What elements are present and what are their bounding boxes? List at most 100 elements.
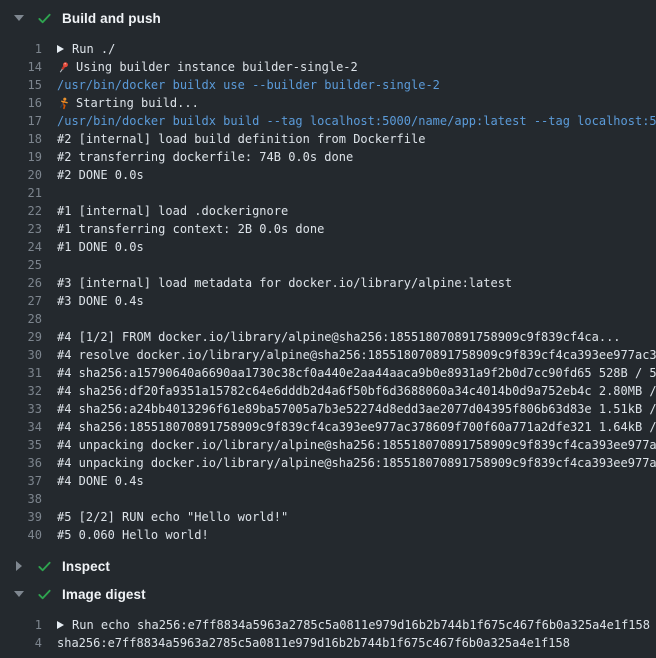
line-number[interactable]: 37 [0,472,42,490]
line-content: #3 DONE 0.4s [57,292,656,310]
line-text: #2 [internal] load build definition from… [57,130,425,148]
line-number[interactable]: 34 [0,418,42,436]
line-content [57,184,656,202]
log-line: 14Using builder instance builder-single-… [0,58,656,76]
section-title: Build and push [62,11,161,26]
check-icon [37,587,52,602]
line-number[interactable]: 15 [0,76,42,94]
log-line: 31 #4 sha256:a15790640a6690aa1730c38cf0a4… [0,364,656,382]
line-content: Run ./ [57,40,656,58]
caret-down-icon[interactable] [13,591,24,597]
log-line: 40 #5 0.060 Hello world! [0,526,656,544]
log-line: 15/usr/bin/docker buildx use --builder b… [0,76,656,94]
log-line: 36 #4 unpacking docker.io/library/alpine@… [0,454,656,472]
section-header-inspect[interactable]: Inspect [0,552,656,580]
log-line: 1 Run echo sha256:e7ff8834a5963a2785c5a08… [0,616,656,634]
log-line: 17/usr/bin/docker buildx build --tag loc… [0,112,656,130]
log-line: 26 #3 [internal] load metadata for docker… [0,274,656,292]
line-number[interactable]: 23 [0,220,42,238]
line-content: #4 unpacking docker.io/library/alpine@sh… [57,454,656,472]
line-number[interactable]: 35 [0,436,42,454]
line-text: #3 DONE 0.4s [57,292,144,310]
log-line: 33 #4 sha256:a24bb4013296f61e89ba57005a7b… [0,400,656,418]
line-number[interactable]: 1 [0,40,42,58]
log-line: 27 #3 DONE 0.4s [0,292,656,310]
pin-icon [57,61,70,74]
line-content: #1 [internal] load .dockerignore [57,202,656,220]
line-number[interactable]: 4 [0,634,42,652]
line-content [57,310,656,328]
play-icon[interactable] [57,45,64,53]
line-content: #4 unpacking docker.io/library/alpine@sh… [57,436,656,454]
log-line: 37 #4 DONE 0.4s [0,472,656,490]
line-number[interactable]: 25 [0,256,42,274]
line-text: Run echo sha256:e7ff8834a5963a2785c5a081… [72,616,650,634]
line-number[interactable]: 22 [0,202,42,220]
line-number[interactable]: 28 [0,310,42,328]
line-text: #4 sha256:185518070891758909c9f839cf4ca3… [57,418,656,436]
section-header-build-and-push[interactable]: Build and push [0,4,656,32]
line-text: #4 sha256:a24bb4013296f61e89ba57005a7b3e… [57,400,656,418]
line-number[interactable]: 19 [0,148,42,166]
caret-down-icon[interactable] [13,15,24,21]
line-text: #1 transferring context: 2B 0.0s done [57,220,324,238]
log-line: 18 #2 [internal] load build definition fr… [0,130,656,148]
line-text: #2 DONE 0.0s [57,166,144,184]
check-icon [37,11,52,26]
line-text: Starting build... [76,94,199,112]
play-icon[interactable] [57,621,64,629]
line-content: #2 [internal] load build definition from… [57,130,656,148]
log-line: 29#4 [1/2] FROM docker.io/library/alpine… [0,328,656,346]
line-content: Run echo sha256:e7ff8834a5963a2785c5a081… [57,616,656,634]
log-line: 22 #1 [internal] load .dockerignore [0,202,656,220]
line-number[interactable]: 1 [0,616,42,634]
line-content: #2 DONE 0.0s [57,166,656,184]
line-number[interactable]: 36 [0,454,42,472]
section-title: Inspect [62,559,110,574]
line-text: /usr/bin/docker buildx use --builder bui… [57,76,440,94]
line-text: /usr/bin/docker buildx build --tag local… [57,112,656,130]
line-number[interactable]: 27 [0,292,42,310]
line-number[interactable]: 16 [0,94,42,112]
line-content: #4 sha256:a15790640a6690aa1730c38cf0a440… [57,364,656,382]
line-number[interactable]: 38 [0,490,42,508]
log-line: 35 #4 unpacking docker.io/library/alpine@… [0,436,656,454]
line-content: #5 [2/2] RUN echo "Hello world!" [57,508,656,526]
caret-right-icon[interactable] [13,561,24,571]
line-number[interactable]: 26 [0,274,42,292]
line-number[interactable]: 14 [0,58,42,76]
log-line: 16 Starting build... [0,94,656,112]
line-number[interactable]: 30 [0,346,42,364]
line-number[interactable]: 31 [0,364,42,382]
line-text: #4 DONE 0.4s [57,472,144,490]
line-number[interactable]: 40 [0,526,42,544]
line-text: #1 [internal] load .dockerignore [57,202,288,220]
actions-log: Build and push 1 Run ./14Using builder ins… [0,0,656,652]
line-number[interactable]: 39 [0,508,42,526]
line-text: #4 sha256:df20fa9351a15782c64e6dddb2d4a6… [57,382,656,400]
log-line: 28 [0,310,656,328]
line-text: #4 unpacking docker.io/library/alpine@sh… [57,436,656,454]
section-header-image-digest[interactable]: Image digest [0,580,656,608]
line-number[interactable]: 24 [0,238,42,256]
line-text: #4 unpacking docker.io/library/alpine@sh… [57,454,656,472]
line-content: #1 DONE 0.0s [57,238,656,256]
line-number[interactable]: 29 [0,328,42,346]
line-number[interactable]: 18 [0,130,42,148]
line-number[interactable]: 21 [0,184,42,202]
check-icon [37,559,52,574]
line-number[interactable]: 20 [0,166,42,184]
line-text: #3 [internal] load metadata for docker.i… [57,274,512,292]
line-content: #4 DONE 0.4s [57,472,656,490]
line-number[interactable]: 32 [0,382,42,400]
line-content: #5 0.060 Hello world! [57,526,656,544]
log-line: 39 #5 [2/2] RUN echo "Hello world!" [0,508,656,526]
line-number[interactable]: 17 [0,112,42,130]
line-content: #3 [internal] load metadata for docker.i… [57,274,656,292]
log-line: 21 [0,184,656,202]
line-text: #5 0.060 Hello world! [57,526,209,544]
line-text: #4 sha256:a15790640a6690aa1730c38cf0a440… [57,364,656,382]
line-number[interactable]: 33 [0,400,42,418]
log-line: 20 #2 DONE 0.0s [0,166,656,184]
line-content: #1 transferring context: 2B 0.0s done [57,220,656,238]
